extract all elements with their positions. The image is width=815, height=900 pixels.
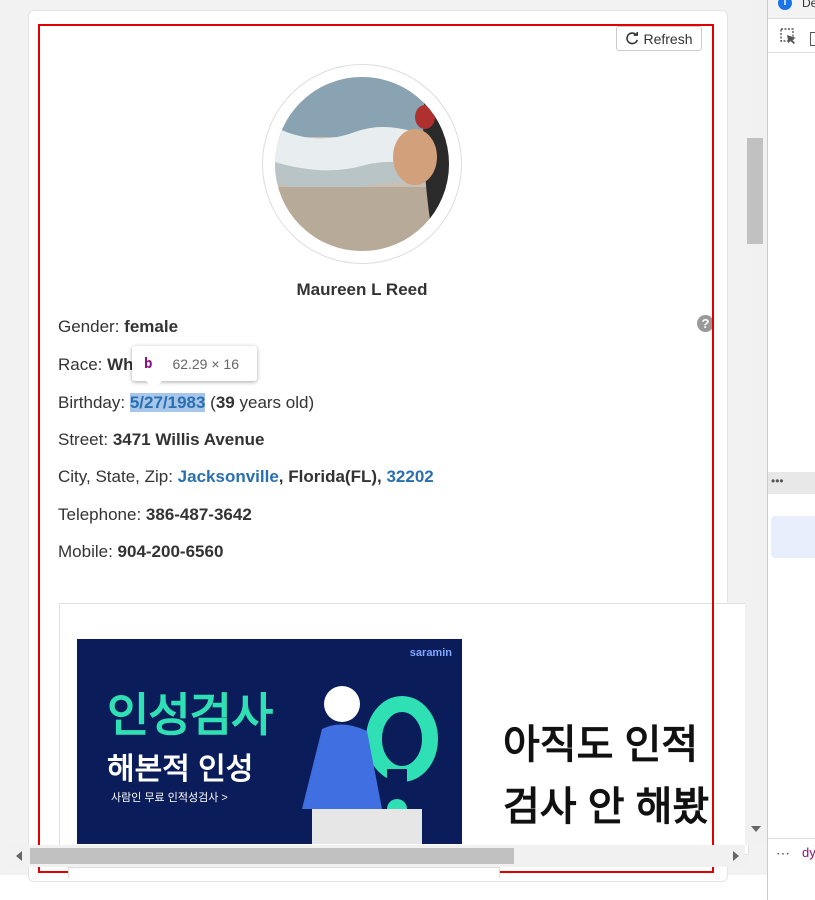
scroll-left-arrow-icon[interactable] xyxy=(16,851,22,861)
devtools-panel: i De ••• ⋯ dy xyxy=(767,0,815,900)
race-value: Wh xyxy=(107,355,134,374)
birthday-label: Birthday: xyxy=(58,393,130,412)
horizontal-scrollbar[interactable] xyxy=(10,845,745,867)
vertical-scrollbar[interactable] xyxy=(745,0,767,845)
devtools-breadcrumb[interactable]: dy xyxy=(802,845,815,860)
devtools-selected-item[interactable] xyxy=(771,516,815,558)
avatar-frame xyxy=(262,64,462,264)
refresh-icon xyxy=(626,31,639,44)
state-value: , Florida(FL), xyxy=(278,467,387,486)
devtools-toolbar xyxy=(768,22,815,53)
ad-headline: 인성검사 xyxy=(107,689,273,741)
city-link[interactable]: Jacksonville xyxy=(178,467,279,486)
telephone-label: Telephone: xyxy=(58,505,146,524)
race-row: Race: Wh xyxy=(58,355,134,375)
ad-text-line1: 아직도 인적 xyxy=(503,723,699,767)
birthday-row: Birthday: 5/27/1983 (39 years old) xyxy=(58,393,314,413)
street-label: Street: xyxy=(58,430,113,449)
scroll-down-arrow-icon[interactable] xyxy=(751,826,761,832)
age-value: 39 xyxy=(215,393,235,412)
street-row: Street: 3471 Willis Avenue xyxy=(58,430,264,450)
avatar-photo xyxy=(275,77,449,251)
ad-banner[interactable]: saramin 인성검사 해본적 인성 사람인 무료 인적성검사 > xyxy=(77,639,462,844)
avatar xyxy=(275,77,449,251)
tooltip-size: 62.29 × 16 xyxy=(172,355,239,372)
next-card-edge xyxy=(68,867,500,878)
person-name: Maureen L Reed xyxy=(296,280,428,299)
info-icon[interactable]: i xyxy=(778,0,792,10)
refresh-label: Refresh xyxy=(643,30,693,47)
gender-row: Gender: female xyxy=(58,317,178,337)
age-open: ( xyxy=(205,393,216,412)
refresh-button[interactable]: Refresh xyxy=(616,26,702,51)
ad-text-line2: 검사 안 해봤 xyxy=(503,785,710,829)
mobile-row: Mobile: 904-200-6560 xyxy=(58,542,223,562)
tooltip-tag: b xyxy=(144,355,153,372)
age-suffix: years old) xyxy=(234,393,315,412)
ad-illustration xyxy=(302,686,438,844)
city-row: City, State, Zip: Jacksonville, Florida(… xyxy=(58,467,434,487)
telephone-value: 386-487-3642 xyxy=(145,505,252,524)
city-label: City, State, Zip: xyxy=(58,467,178,486)
telephone-row: Telephone: 386-487-3642 xyxy=(58,505,252,525)
devtools-footer: ⋯ dy xyxy=(768,838,815,869)
help-icon[interactable]: ? xyxy=(697,315,714,332)
more-icon[interactable]: ••• xyxy=(771,474,784,488)
race-label: Race: xyxy=(58,355,108,374)
ad-text: 아직도 인적 검사 안 해봤 xyxy=(503,714,709,838)
gender-value: female xyxy=(124,317,179,336)
vertical-scroll-thumb[interactable] xyxy=(747,138,763,244)
mobile-value: 904-200-6560 xyxy=(117,542,224,561)
ellipsis-icon[interactable]: ⋯ xyxy=(776,845,790,862)
devtools-header: i De xyxy=(768,0,815,19)
horizontal-scroll-thumb[interactable] xyxy=(30,848,514,864)
inspector-tooltip: b 62.29 × 16 xyxy=(132,346,257,389)
zip-link[interactable]: 32202 xyxy=(386,467,433,486)
scroll-right-arrow-icon[interactable] xyxy=(733,851,739,861)
devtools-header-label: De xyxy=(802,0,815,10)
ad-subheadline: 해본적 인성 xyxy=(107,753,254,786)
ad-small-text: 사람인 무료 인적성검사 > xyxy=(111,792,228,804)
inspect-element-icon[interactable] xyxy=(780,28,798,46)
ad-brand: saramin xyxy=(409,647,452,659)
mobile-label: Mobile: xyxy=(58,542,118,561)
gender-label: Gender: xyxy=(58,317,125,336)
device-toolbar-icon[interactable] xyxy=(810,32,815,46)
birthday-value[interactable]: 5/27/1983 xyxy=(129,393,206,412)
street-value: 3471 Willis Avenue xyxy=(112,430,265,449)
tooltip-arrow xyxy=(146,381,162,389)
ad-container[interactable]: saramin 인성검사 해본적 인성 사람인 무료 인적성검사 > 아직도 인… xyxy=(59,603,749,855)
